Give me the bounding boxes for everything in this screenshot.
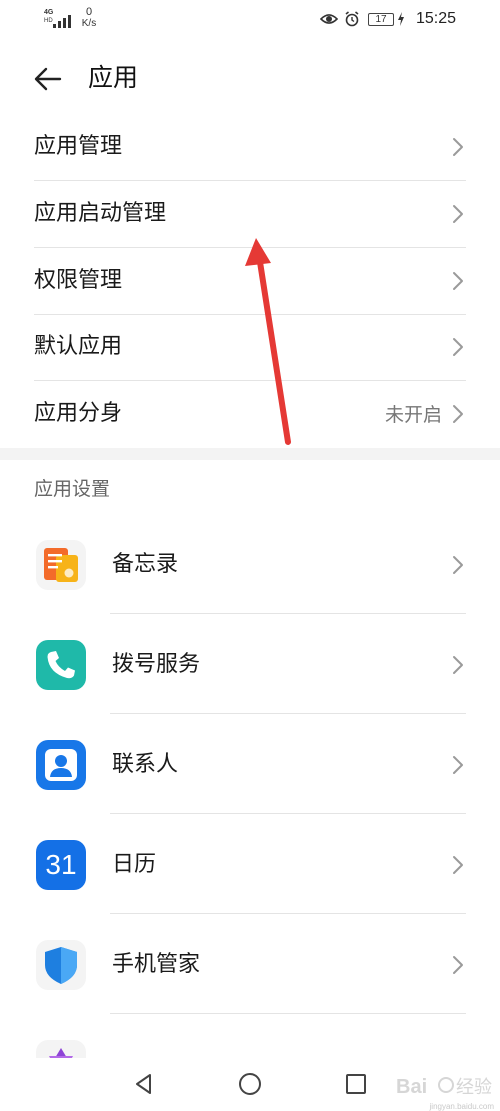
menu-item-value: 未开启 bbox=[384, 404, 442, 426]
calendar-icon: 31 bbox=[36, 840, 86, 890]
menu-item-label: 应用分身 bbox=[34, 401, 123, 426]
back-triangle-icon[interactable] bbox=[130, 1070, 158, 1098]
svg-text:经验: 经验 bbox=[456, 1077, 492, 1097]
chevron-right-icon bbox=[453, 272, 463, 290]
signal-icon bbox=[53, 15, 71, 28]
chevron-right-icon bbox=[453, 956, 463, 974]
phone-icon bbox=[36, 640, 86, 690]
chevron-right-icon bbox=[453, 756, 463, 774]
notes-icon bbox=[36, 540, 86, 590]
battery-icon: 17 bbox=[368, 12, 394, 26]
chevron-right-icon bbox=[453, 138, 463, 156]
app-header: 应用 bbox=[0, 40, 500, 114]
menu-item-label: 权限管理 bbox=[34, 268, 123, 293]
menu-item-app-twin[interactable]: 应用分身 未开启 bbox=[34, 381, 466, 448]
partial-app-icon bbox=[36, 1040, 86, 1058]
recents-square-icon[interactable] bbox=[342, 1070, 370, 1098]
back-button[interactable] bbox=[30, 61, 66, 97]
menu-item-label: 应用管理 bbox=[34, 134, 123, 159]
svg-text:Bai: Bai bbox=[396, 1076, 427, 1098]
menu-item-default-apps[interactable]: 默认应用 bbox=[34, 314, 466, 381]
speed-unit: K/s bbox=[81, 18, 97, 29]
page-title: 应用 bbox=[88, 63, 139, 92]
speed-value: 0 bbox=[85, 6, 93, 18]
chevron-right-icon bbox=[453, 556, 463, 574]
app-label: 日历 bbox=[112, 852, 157, 877]
back-arrow-icon bbox=[34, 67, 62, 91]
app-menu-list: 应用管理 应用启动管理 权限管理 默认应用 应用分身 未开启 bbox=[0, 114, 500, 448]
menu-item-app-launch[interactable]: 应用启动管理 bbox=[34, 181, 466, 248]
watermark-url: jingyan.baidu.com bbox=[429, 1102, 494, 1111]
network-speed: 0 K/s bbox=[78, 6, 100, 30]
app-row-dialer[interactable]: 拨号服务 bbox=[0, 614, 500, 714]
chevron-right-icon bbox=[453, 205, 463, 223]
menu-item-permissions[interactable]: 权限管理 bbox=[34, 248, 466, 315]
network-indicator: 4G HD bbox=[44, 9, 74, 29]
app-label: 拨号服务 bbox=[112, 652, 201, 677]
menu-item-app-management[interactable]: 应用管理 bbox=[34, 114, 466, 181]
section-title: 应用设置 bbox=[34, 478, 111, 500]
eye-icon bbox=[320, 14, 338, 24]
status-bar: 4G HD 0 K/s 17 15:25 bbox=[0, 0, 500, 40]
app-row-phone-manager[interactable]: 手机管家 bbox=[0, 914, 500, 1014]
app-label: 备忘录 bbox=[112, 552, 179, 577]
battery-level: 17 bbox=[375, 13, 387, 25]
app-row-partial[interactable] bbox=[0, 1014, 500, 1058]
app-row-notes[interactable]: 备忘录 bbox=[0, 514, 500, 614]
shield-icon bbox=[36, 940, 86, 990]
app-label: 手机管家 bbox=[112, 952, 201, 977]
chevron-right-icon bbox=[453, 338, 463, 356]
app-row-calendar[interactable]: 31 日历 bbox=[0, 814, 500, 914]
charging-icon bbox=[398, 12, 404, 26]
app-row-contacts[interactable]: 联系人 bbox=[0, 714, 500, 814]
clock: 15:25 bbox=[415, 10, 456, 27]
menu-item-label: 应用启动管理 bbox=[34, 201, 167, 226]
alarm-icon bbox=[345, 11, 359, 27]
contacts-icon bbox=[36, 740, 86, 790]
home-circle-icon[interactable] bbox=[236, 1070, 264, 1098]
status-icons: 17 bbox=[314, 9, 405, 29]
calendar-date: 31 bbox=[45, 849, 77, 880]
app-settings-section: 应用设置 备忘录 拨号服务 联系人 31 日历 手机管家 bbox=[0, 460, 500, 1058]
chevron-right-icon bbox=[453, 405, 463, 423]
chevron-right-icon bbox=[453, 656, 463, 674]
app-label: 联系人 bbox=[112, 752, 179, 777]
chevron-right-icon bbox=[453, 856, 463, 874]
menu-item-label: 默认应用 bbox=[34, 334, 123, 359]
